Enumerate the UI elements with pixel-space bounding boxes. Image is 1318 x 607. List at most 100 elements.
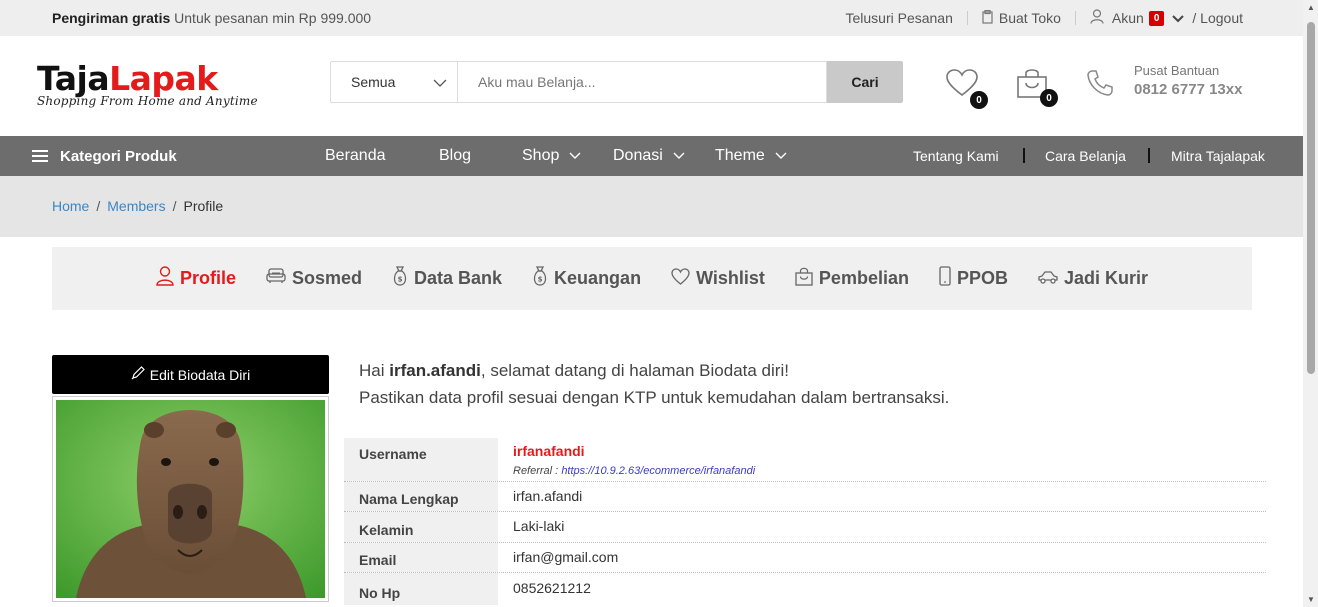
tab-label: Jadi Kurir <box>1063 268 1149 288</box>
scroll-up-arrow-icon[interactable]: ▲ <box>1307 3 1315 12</box>
scroll-down-arrow-icon[interactable]: ▼ <box>1307 595 1315 604</box>
category-menu-label: Kategori Produk <box>60 147 177 165</box>
table-row: Nama Lengkap irfan.afandi <box>344 482 1266 512</box>
shipping-bold: Pengiriman gratis <box>52 10 171 26</box>
help-phone: 0812 6777 13xx <box>1134 81 1243 98</box>
referral-link[interactable]: https://10.9.2.63/ecommerce/irfanafandi <box>561 465 755 477</box>
shipping-notice: Pengiriman gratis Untuk pesanan min Rp 9… <box>52 10 371 26</box>
greeting-username: irfan.afandi <box>389 361 481 380</box>
track-order-link[interactable]: Telusuri Pesanan <box>845 10 952 26</box>
mobile-icon <box>939 266 957 291</box>
profile-tabs: Profile Sosmed $ Data Bank $ Keuangan Wi… <box>52 247 1252 310</box>
edit-biodata-button[interactable]: Edit Biodata Diri <box>52 355 329 394</box>
logo-part1: Taja <box>37 59 110 98</box>
search-input[interactable] <box>457 61 827 103</box>
breadcrumb: Home / Members / Profile <box>0 176 1303 237</box>
search-button[interactable]: Cari <box>827 61 903 103</box>
search-bar: Semua Cari <box>330 61 903 103</box>
money-bag-icon: $ <box>392 266 414 291</box>
main-nav: Kategori Produk Beranda Blog Shop Donasi… <box>0 136 1303 176</box>
tab-label: Wishlist <box>696 268 765 288</box>
wishlist-count: 0 <box>970 91 988 109</box>
table-row: Kelamin Laki-laki <box>344 512 1266 543</box>
svg-text:$: $ <box>538 276 543 284</box>
category-select[interactable]: Semua <box>330 61 457 103</box>
field-label: Email <box>344 543 498 572</box>
breadcrumb-home[interactable]: Home <box>52 198 89 214</box>
field-label: Nama Lengkap <box>344 482 498 511</box>
money-bag-icon: $ <box>532 266 554 291</box>
heart-icon <box>671 267 696 290</box>
username-value: irfanafandi <box>513 443 585 459</box>
help-center[interactable]: Pusat Bantuan 0812 6777 13xx <box>1086 63 1242 100</box>
chevron-down-icon[interactable] <box>1172 10 1185 26</box>
tab-sosmed[interactable]: Sosmed <box>266 268 362 289</box>
hamburger-icon <box>32 150 48 162</box>
nav-item-beranda[interactable]: Beranda <box>325 136 386 176</box>
tab-label: Pembelian <box>818 268 909 288</box>
account-link[interactable]: Akun <box>1112 10 1144 26</box>
tab-label: Keuangan <box>554 268 642 288</box>
shipping-text: Untuk pesanan min Rp 999.000 <box>174 10 372 26</box>
top-links: Telusuri Pesanan Buat Toko Akun 0 / Logo… <box>845 9 1243 27</box>
breadcrumb-members[interactable]: Members <box>107 198 165 214</box>
wishlist-button[interactable]: 0 <box>946 69 988 109</box>
create-store-link[interactable]: Buat Toko <box>999 10 1061 26</box>
pencil-icon <box>131 366 150 383</box>
divider <box>1023 148 1025 163</box>
profile-photo <box>52 396 329 602</box>
cart-button[interactable]: 0 <box>1016 67 1058 107</box>
avatar <box>56 400 325 598</box>
tab-pembelian[interactable]: Pembelian <box>795 267 909 291</box>
nav-link-tentang-kami[interactable]: Tentang Kami <box>913 136 999 176</box>
tab-label: PPOB <box>956 268 1008 288</box>
tab-wishlist[interactable]: Wishlist <box>671 267 765 290</box>
field-value: Laki-laki <box>513 518 565 534</box>
logout-link[interactable]: / Logout <box>1192 10 1243 26</box>
chevron-down-icon <box>673 147 685 165</box>
field-value: irfan.afandi <box>513 488 583 504</box>
table-row: Email irfan@gmail.com <box>344 543 1266 573</box>
divider <box>1074 11 1076 25</box>
header: TajaLapak Shopping From Home and Anytime… <box>0 36 1303 136</box>
cart-count: 0 <box>1040 89 1058 107</box>
nav-item-blog[interactable]: Blog <box>439 136 471 176</box>
shopping-bag-icon <box>795 267 819 291</box>
tab-data-bank[interactable]: $ Data Bank <box>392 266 502 291</box>
user-icon <box>1090 9 1104 27</box>
nav-item-label: Blog <box>439 147 472 164</box>
nav-item-donasi[interactable]: Donasi <box>613 136 685 176</box>
help-label: Pusat Bantuan <box>1134 63 1220 78</box>
scrollbar-thumb[interactable] <box>1307 22 1315 374</box>
nav-link-cara-belanja[interactable]: Cara Belanja <box>1045 136 1126 176</box>
chevron-down-icon <box>775 147 787 165</box>
divider <box>1148 148 1150 163</box>
greeting: Hai irfan.afandi, selamat datang di hala… <box>359 357 949 411</box>
tab-keuangan[interactable]: $ Keuangan <box>532 266 641 291</box>
nav-item-label: Theme <box>715 147 765 164</box>
category-select-value: Semua <box>351 74 396 90</box>
store-icon <box>982 9 993 27</box>
table-row: Username irfanafandi Referral : https://… <box>344 438 1266 482</box>
tab-label: Data Bank <box>414 268 503 288</box>
tab-profile[interactable]: Profile <box>156 266 236 291</box>
nav-link-mitra[interactable]: Mitra Tajalapak <box>1171 136 1265 176</box>
chevron-down-icon <box>569 147 581 165</box>
tab-ppob[interactable]: PPOB <box>939 266 1008 291</box>
nav-item-theme[interactable]: Theme <box>715 136 787 176</box>
profile-table: Username irfanafandi Referral : https://… <box>344 438 1266 605</box>
nav-item-label: Donasi <box>613 147 663 164</box>
field-label: Kelamin <box>344 512 498 542</box>
category-menu-button[interactable]: Kategori Produk <box>32 136 177 176</box>
greeting-line2: Pastikan data profil sesuai dengan KTP u… <box>359 388 950 407</box>
field-label: No Hp <box>344 573 498 605</box>
tab-jadi-kurir[interactable]: Jadi Kurir <box>1038 268 1148 289</box>
logo-tagline: Shopping From Home and Anytime <box>37 94 258 108</box>
nav-item-shop[interactable]: Shop <box>522 136 581 176</box>
divider <box>966 11 968 25</box>
tab-label: Sosmed <box>291 268 363 288</box>
page-scrollbar[interactable]: ▲ ▼ <box>1303 0 1318 607</box>
account-badge: 0 <box>1148 10 1165 26</box>
logo[interactable]: TajaLapak Shopping From Home and Anytime <box>37 59 258 109</box>
svg-text:$: $ <box>398 276 403 284</box>
